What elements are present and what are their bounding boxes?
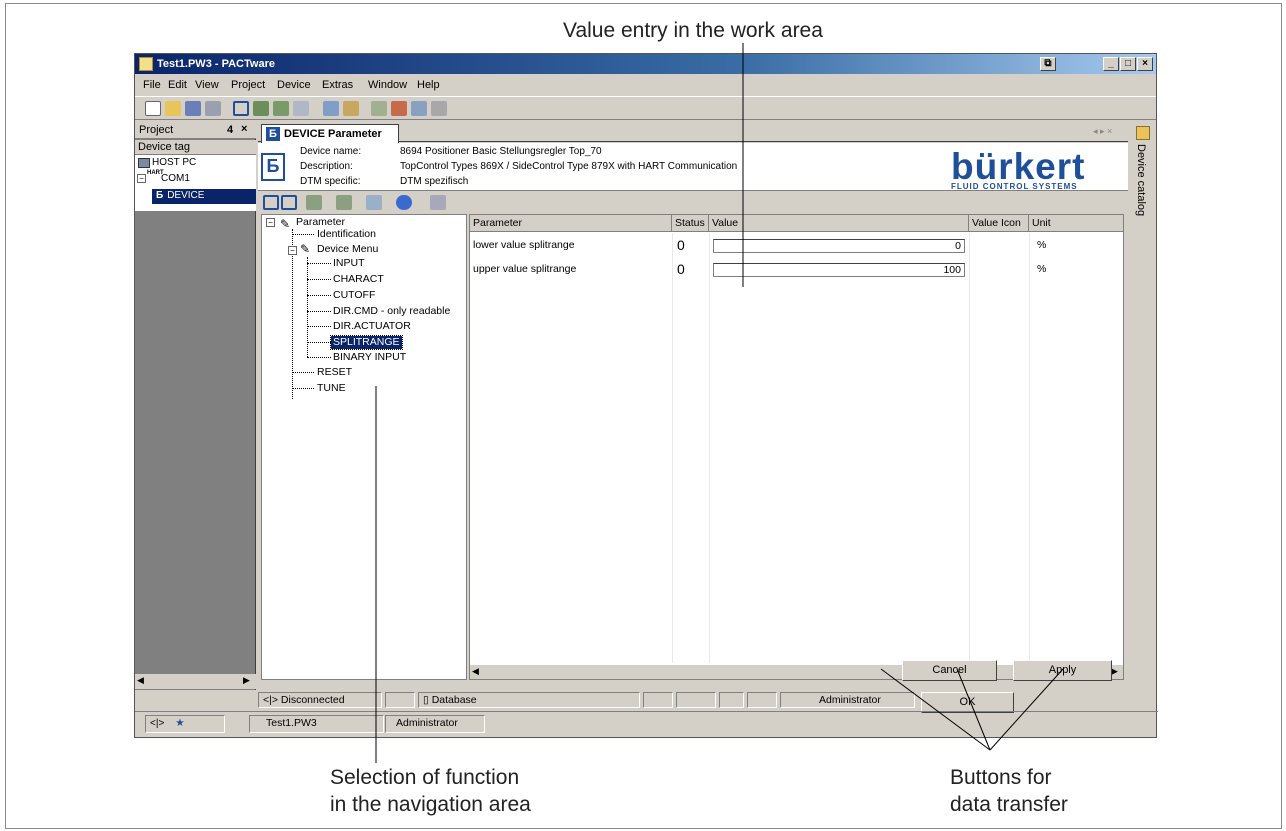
callout-lines — [375, 43, 1064, 763]
callout-line-apply — [989, 668, 1064, 751]
